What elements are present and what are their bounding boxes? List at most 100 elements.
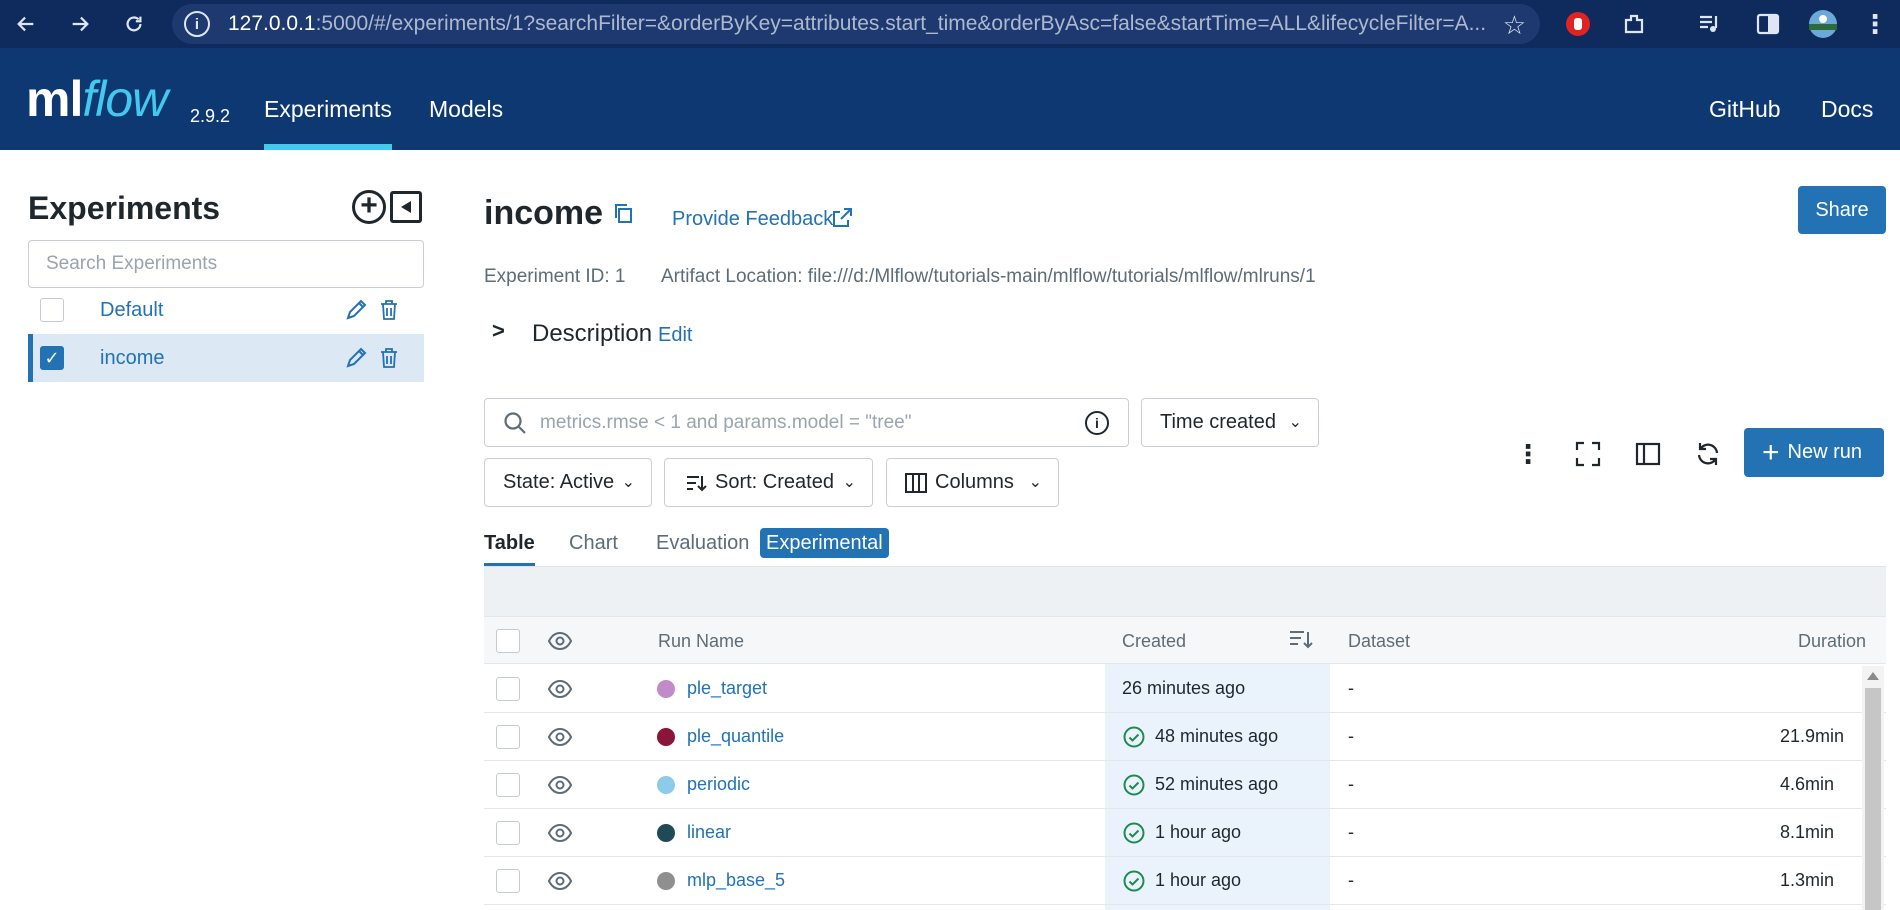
trash-icon[interactable]	[378, 346, 400, 370]
row-checkbox[interactable]	[496, 773, 520, 797]
visibility-eye-icon[interactable]	[548, 726, 572, 748]
experiment-id: Experiment ID: 1	[484, 266, 626, 287]
reload-icon[interactable]	[114, 4, 154, 44]
created-time: 1 hour ago	[1155, 870, 1242, 890]
chevron-down-icon: ⌄	[1288, 414, 1302, 431]
run-filter-input[interactable]: metrics.rmse < 1 and params.model = "tre…	[484, 398, 1129, 447]
sort-dropdown[interactable]: Sort: Created ⌄	[664, 458, 873, 507]
chevron-right-icon[interactable]: >	[492, 318, 505, 344]
tab-chart[interactable]: Chart	[569, 532, 618, 555]
table-row[interactable]: linear 1 hour ago - 8.1min	[484, 809, 1886, 857]
profile-avatar[interactable]	[1806, 0, 1840, 48]
header-created[interactable]: Created	[1122, 631, 1186, 652]
new-run-button[interactable]: + New run	[1744, 428, 1884, 477]
table-row[interactable]: ple_target 26 minutes ago -	[484, 665, 1886, 713]
state-dropdown[interactable]: State: Active ⌄	[484, 458, 652, 507]
header-dataset[interactable]: Dataset	[1348, 631, 1410, 652]
media-controls-icon[interactable]	[1694, 0, 1726, 48]
add-experiment-icon[interactable]: +	[352, 190, 386, 224]
info-icon[interactable]: i	[1085, 411, 1109, 435]
run-color-dot[interactable]	[657, 680, 675, 698]
scrollbar-thumb[interactable]	[1865, 688, 1881, 910]
trash-icon[interactable]	[378, 298, 400, 322]
chevron-down-icon: ⌄	[1028, 474, 1042, 491]
experiment-name[interactable]: income	[100, 347, 164, 370]
visibility-eye-icon[interactable]	[548, 870, 572, 892]
run-name-link[interactable]: ple_quantile	[687, 726, 784, 747]
experimental-badge: Experimental	[760, 528, 889, 558]
extension-hand-icon[interactable]	[1562, 0, 1594, 48]
forward-icon[interactable]	[60, 4, 100, 44]
run-color-dot[interactable]	[657, 776, 675, 794]
tab-table[interactable]: Table	[484, 532, 535, 567]
edit-pencil-icon[interactable]	[343, 297, 369, 323]
experiment-item-income[interactable]: ✓ income	[28, 334, 424, 382]
edit-pencil-icon[interactable]	[343, 345, 369, 371]
tab-evaluation[interactable]: Evaluation	[656, 532, 749, 555]
row-checkbox[interactable]	[496, 821, 520, 845]
nav-github[interactable]: GitHub	[1709, 96, 1781, 150]
experiment-item-default[interactable]: Default	[28, 286, 424, 334]
address-bar[interactable]: i 127.0.0.1:5000/#/experiments/1?searchF…	[172, 4, 1540, 44]
copy-icon[interactable]	[612, 202, 634, 226]
row-checkbox[interactable]	[496, 677, 520, 701]
select-all-checkbox[interactable]	[496, 629, 520, 653]
extensions-puzzle-icon[interactable]	[1618, 0, 1650, 48]
time-created-dropdown[interactable]: Time created ⌄	[1141, 398, 1319, 447]
run-color-dot[interactable]	[657, 872, 675, 890]
plus-icon: +	[1762, 435, 1780, 469]
table-scrollbar[interactable]	[1862, 666, 1884, 910]
sort-descending-icon[interactable]	[1288, 628, 1314, 652]
visibility-eye-icon[interactable]	[548, 774, 572, 796]
columns-dropdown[interactable]: Columns ⌄	[886, 458, 1059, 507]
duration-value: 1.3min	[1780, 870, 1835, 890]
experiment-checkbox-checked[interactable]: ✓	[40, 346, 64, 370]
run-name-link[interactable]: ple_target	[687, 678, 767, 699]
header-run-name[interactable]: Run Name	[658, 631, 744, 652]
table-row[interactable]: periodic 52 minutes ago - 4.6min	[484, 761, 1886, 809]
scroll-up-arrow[interactable]	[1867, 672, 1879, 680]
collapse-sidebar-icon[interactable]	[390, 191, 422, 223]
artifact-location: Artifact Location: file:///d:/Mlflow/tut…	[661, 266, 1316, 287]
description-toggle[interactable]: Description	[532, 320, 652, 348]
experiment-name[interactable]: Default	[100, 299, 163, 322]
visibility-eye-icon[interactable]	[548, 630, 572, 652]
run-color-dot[interactable]	[657, 728, 675, 746]
run-color-dot[interactable]	[657, 824, 675, 842]
nav-docs[interactable]: Docs	[1821, 96, 1873, 150]
more-options-icon[interactable]: ⋮	[1514, 440, 1542, 468]
nav-experiments[interactable]: Experiments	[264, 96, 392, 150]
bookmark-star-icon[interactable]: ☆	[1503, 10, 1526, 41]
experiment-checkbox[interactable]	[40, 298, 64, 322]
visibility-eye-icon[interactable]	[548, 678, 572, 700]
search-experiments-input[interactable]: Search Experiments	[28, 240, 424, 288]
table-row[interactable]: ple_quantile 48 minutes ago - 21.9min	[484, 713, 1886, 761]
page-title: income	[484, 194, 604, 232]
fullscreen-icon[interactable]	[1574, 440, 1602, 468]
chevron-down-icon: ⌄	[621, 474, 635, 491]
side-panel-icon[interactable]	[1752, 0, 1784, 48]
run-name-link[interactable]: linear	[687, 822, 731, 843]
run-name-link[interactable]: periodic	[687, 774, 750, 795]
browser-menu-icon[interactable]: ⋮	[1862, 0, 1888, 48]
header-duration[interactable]: Duration	[1798, 631, 1866, 652]
run-name-link[interactable]: mlp_base_5	[687, 870, 785, 891]
external-link-icon[interactable]	[830, 206, 854, 230]
duration-value: 8.1min	[1780, 822, 1835, 842]
side-panel-toggle-icon[interactable]	[1634, 440, 1662, 468]
nav-models[interactable]: Models	[429, 96, 503, 150]
row-checkbox[interactable]	[496, 869, 520, 893]
back-icon[interactable]	[6, 4, 46, 44]
mlflow-logo[interactable]: mlflow	[26, 70, 168, 128]
refresh-icon[interactable]	[1694, 440, 1722, 468]
table-row[interactable]: mlp_base_5 1 hour ago - 1.3min	[484, 857, 1886, 905]
row-checkbox[interactable]	[496, 725, 520, 749]
dataset-value: -	[1348, 774, 1354, 794]
created-time: 52 minutes ago	[1155, 774, 1279, 794]
site-info-icon[interactable]: i	[184, 11, 210, 37]
visibility-eye-icon[interactable]	[548, 822, 572, 844]
provide-feedback-link[interactable]: Provide Feedback	[672, 208, 833, 231]
table-group-header	[484, 566, 1886, 616]
description-edit-link[interactable]: Edit	[658, 324, 692, 347]
share-button[interactable]: Share	[1798, 186, 1886, 234]
